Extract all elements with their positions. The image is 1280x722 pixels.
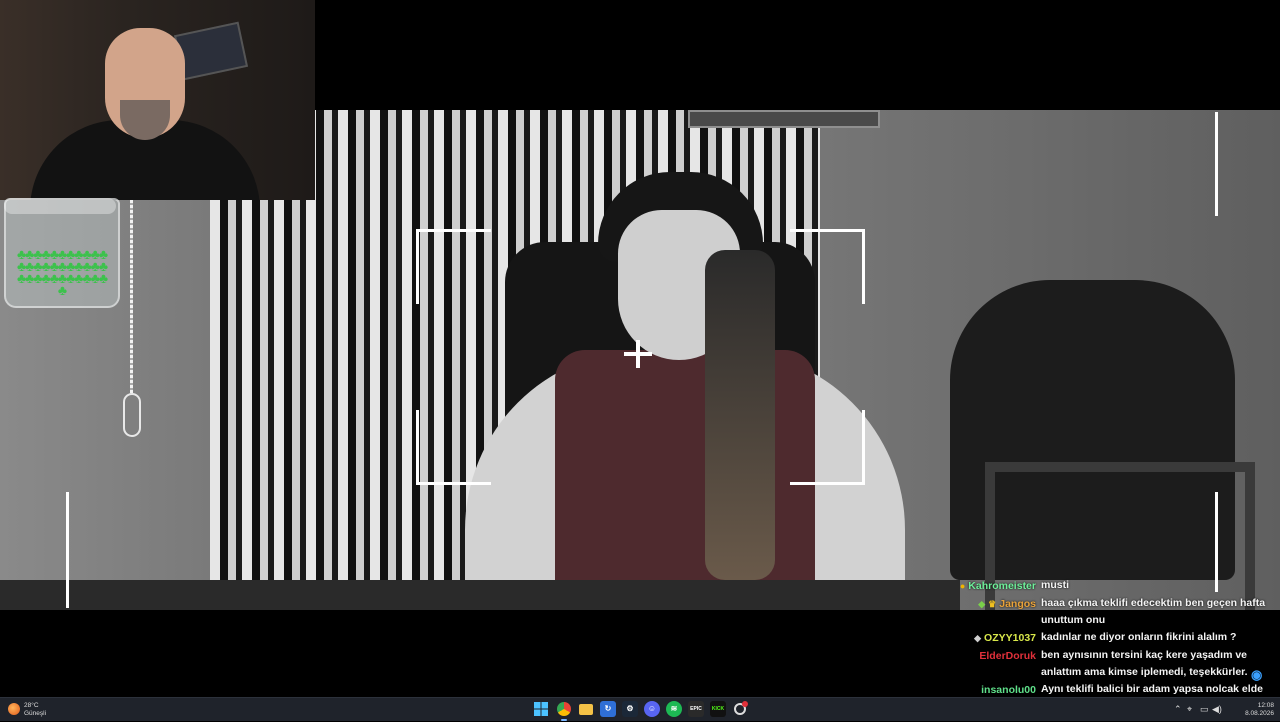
start-button[interactable] xyxy=(533,701,549,717)
jar-lid xyxy=(4,198,116,214)
gold-coin-badge-icon: ● xyxy=(959,581,966,591)
taskbar-spotify[interactable]: ≋ xyxy=(666,701,682,717)
chrome-icon xyxy=(557,702,571,716)
windows-logo-icon xyxy=(534,702,548,716)
video-person-long-hair xyxy=(705,250,775,580)
weather-condition: Güneşli xyxy=(24,710,47,717)
streamer-webcam xyxy=(0,0,315,200)
viewfinder-bracket-top-left xyxy=(416,229,491,304)
video-person-top xyxy=(555,350,815,610)
location-icon[interactable]: ⌖ xyxy=(1187,704,1192,715)
system-tray: ⌃ ⌖ ▭ ◀) 12:08 8.08.2026 xyxy=(1174,700,1274,720)
pendant-icon xyxy=(123,393,141,437)
steam-icon: ⚙ xyxy=(626,704,634,713)
taskbar-chrome[interactable] xyxy=(556,701,572,721)
taskbar-obs[interactable] xyxy=(732,701,748,717)
viewfinder-bracket-bottom-left xyxy=(416,410,491,485)
chat-text: ben aynısının tersini kaç kere yaşadım v… xyxy=(1041,649,1248,678)
clock[interactable]: 12:08 8.08.2026 xyxy=(1245,702,1274,718)
volume-icon[interactable]: ◀) xyxy=(1212,704,1222,715)
kick-icon: KICK xyxy=(711,706,725,712)
weather-temp: 28°C xyxy=(24,702,39,709)
chain-line xyxy=(130,200,133,395)
viewfinder-line-bottom-left xyxy=(66,492,69,608)
taskbar-file-explorer[interactable] xyxy=(578,701,594,717)
cat-badge-icon: ◆ xyxy=(974,633,982,643)
cat-badge-icon: ◆ xyxy=(978,599,986,609)
viewfinder-bracket-top-right xyxy=(790,229,865,304)
chat-username: Kahromeister xyxy=(968,580,1036,592)
crosshair-icon xyxy=(624,340,652,368)
webcam-monitor xyxy=(173,21,249,81)
network-icon[interactable]: ▭ xyxy=(1200,704,1209,715)
epic-games-icon: EPIC xyxy=(690,706,702,712)
chat-text: haaa çıkma teklifi edecektim ben geçen h… xyxy=(1041,597,1266,626)
taskbar-app-blue[interactable]: ↻ xyxy=(600,701,616,717)
folder-icon xyxy=(579,704,593,715)
app-icon: ↻ xyxy=(604,704,612,713)
chat-text: kadınlar ne diyor onların fikrini alalım… xyxy=(1041,631,1237,643)
weather-sun-icon xyxy=(8,703,20,715)
chevron-up-icon[interactable]: ⌃ xyxy=(1174,704,1182,715)
clover-jar-widget: ♣♣♣♣♣♣♣♣♣♣♣♣♣♣♣♣♣♣♣♣♣♣♣♣♣♣♣♣♣♣♣♣♣♣ xyxy=(4,198,120,308)
spotify-icon: ≋ xyxy=(670,704,678,713)
discord-icon: ☺ xyxy=(647,704,657,713)
taskbar: 28°C Güneşli ↻ ⚙ ☺ ≋ EPIC KICK ⌃ ⌖ ▭ ◀) … xyxy=(0,697,1280,721)
viewfinder-bracket-bottom-right xyxy=(790,410,865,485)
notification-dot-icon xyxy=(742,701,748,707)
viewfinder-line-top-right xyxy=(1215,112,1218,216)
clover-icon: ♣♣♣♣♣♣♣♣♣♣♣♣♣♣♣♣♣♣♣♣♣♣♣♣♣♣♣♣♣♣♣♣♣♣ xyxy=(16,246,108,298)
chat-username: insanolu00 xyxy=(981,684,1036,696)
video-desk xyxy=(0,580,960,610)
chat-overlay: ● Kahromeister musti ◆ ♛ Jangos haaa çıkma … xyxy=(944,577,1274,715)
taskbar-discord[interactable]: ☺ xyxy=(644,701,660,717)
chat-username: Jangos xyxy=(999,598,1036,610)
chat-username: OZYY1037 xyxy=(984,632,1036,644)
taskbar-steam[interactable]: ⚙ xyxy=(622,701,638,717)
taskbar-kick[interactable]: KICK xyxy=(710,701,726,717)
chat-text: musti xyxy=(1041,579,1070,591)
chat-username: ElderDoruk xyxy=(979,650,1036,662)
crown-badge-icon: ♛ xyxy=(988,599,997,609)
pendant-chain-widget xyxy=(121,200,143,440)
clock-date: 8.08.2026 xyxy=(1245,710,1274,717)
taskbar-epic-games[interactable]: EPIC xyxy=(688,701,704,717)
video-picture-frame xyxy=(688,110,880,128)
clock-time: 12:08 xyxy=(1257,702,1274,709)
